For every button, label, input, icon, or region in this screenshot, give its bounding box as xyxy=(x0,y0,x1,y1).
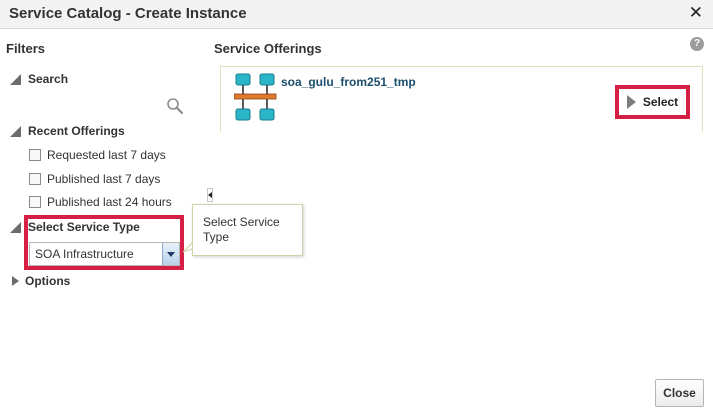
expanded-triangle-icon xyxy=(10,125,21,137)
service-type-value: SOA Infrastructure xyxy=(35,247,134,261)
dropdown-button[interactable] xyxy=(162,243,179,265)
filter-requested-7-days[interactable]: Requested last 7 days xyxy=(29,148,166,162)
select-offering-button[interactable]: Select xyxy=(615,85,690,119)
close-button[interactable]: Close xyxy=(655,379,704,407)
options-section-toggle[interactable]: Options xyxy=(12,274,70,288)
checkbox-label: Published last 24 hours xyxy=(47,195,172,209)
expanded-triangle-icon xyxy=(10,221,21,233)
service-topology-icon xyxy=(234,73,277,121)
tooltip-text: Select Service Type xyxy=(203,215,280,244)
search-section-toggle[interactable]: Search xyxy=(10,72,68,86)
checkbox[interactable] xyxy=(29,196,41,208)
tooltip: Select Service Type xyxy=(192,204,303,256)
dialog-title: Service Catalog - Create Instance xyxy=(9,5,247,22)
search-section-label: Search xyxy=(28,72,69,86)
expanded-triangle-icon xyxy=(10,73,21,85)
service-offerings-heading: Service Offerings xyxy=(214,41,322,56)
dialog-title-bar: Service Catalog - Create Instance ✕ xyxy=(0,0,713,29)
search-field xyxy=(28,94,186,118)
service-type-select[interactable]: SOA Infrastructure xyxy=(29,242,180,266)
select-button-label: Select xyxy=(642,95,679,109)
chevron-down-icon xyxy=(167,251,175,257)
checkbox[interactable] xyxy=(29,149,41,161)
panel-collapse-handle[interactable] xyxy=(207,188,213,202)
recent-offerings-toggle[interactable]: Recent Offerings xyxy=(10,124,125,138)
checkbox-label: Published last 7 days xyxy=(47,172,161,186)
filters-heading: Filters xyxy=(6,41,46,56)
collapsed-triangle-icon xyxy=(12,276,19,286)
checkbox[interactable] xyxy=(29,173,41,185)
service-type-label: Select Service Type xyxy=(28,220,140,234)
service-type-section-toggle[interactable]: Select Service Type xyxy=(10,220,140,234)
collapse-left-icon xyxy=(208,192,212,198)
checkbox-label: Requested last 7 days xyxy=(47,148,166,162)
close-icon[interactable]: ✕ xyxy=(689,3,703,23)
magnifier-icon[interactable] xyxy=(166,97,184,115)
play-arrow-icon xyxy=(626,95,636,109)
filter-published-24-hours[interactable]: Published last 24 hours xyxy=(29,195,172,209)
filter-published-7-days[interactable]: Published last 7 days xyxy=(29,172,160,186)
help-icon[interactable]: ? xyxy=(690,37,704,51)
offering-name[interactable]: soa_gulu_from251_tmp xyxy=(281,75,416,89)
search-input[interactable] xyxy=(28,94,158,118)
recent-offerings-label: Recent Offerings xyxy=(28,124,125,138)
options-label: Options xyxy=(25,274,71,288)
